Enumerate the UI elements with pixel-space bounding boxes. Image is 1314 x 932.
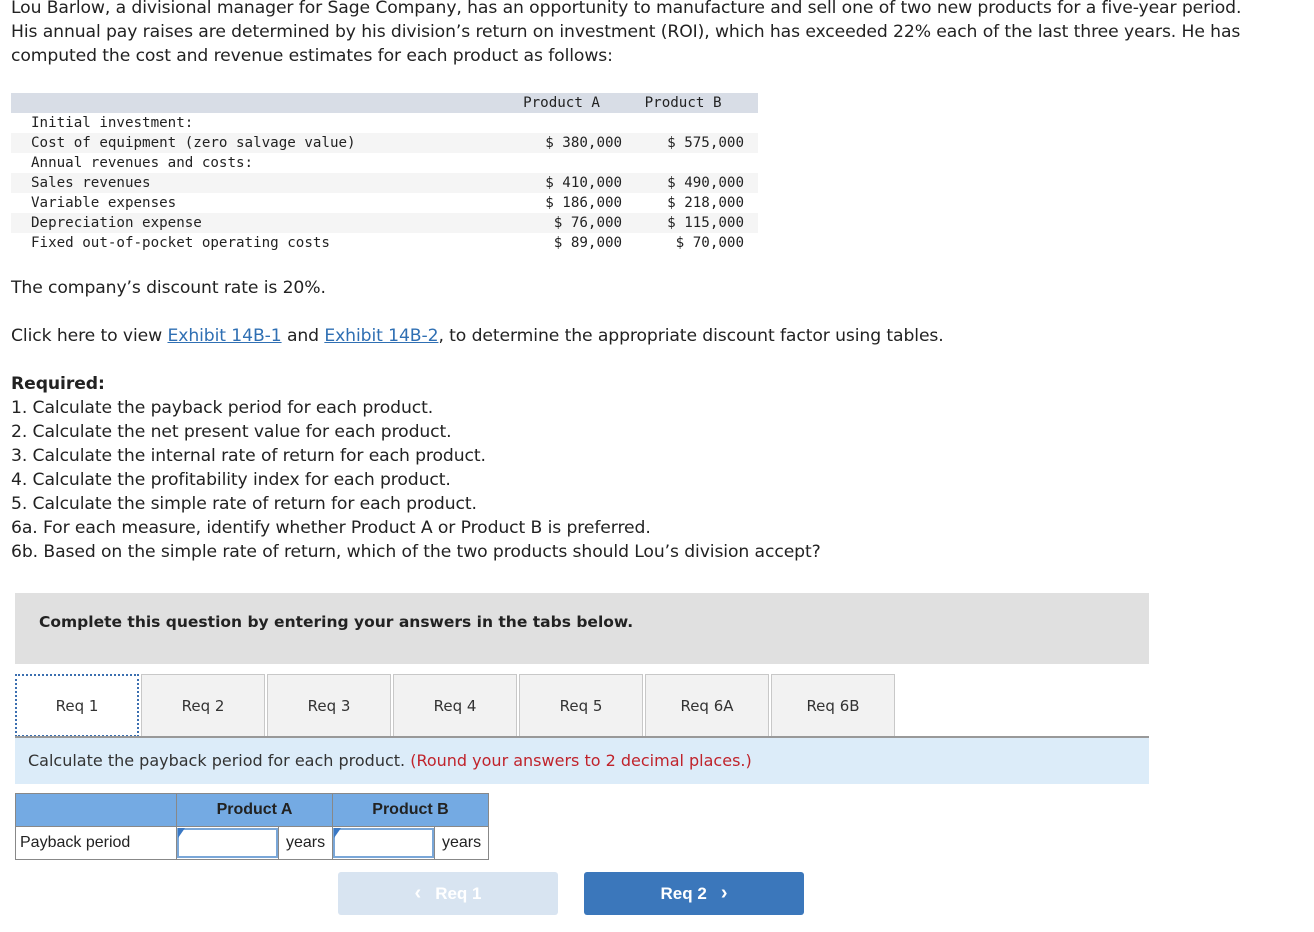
exhibit-prefix: Click here to view [11,326,168,346]
required-item: 2. Calculate the net present value for e… [11,422,452,442]
product-b-value [622,113,758,133]
exhibit-suffix: , to determine the appropriate discount … [438,326,944,346]
chevron-right-icon: › [720,882,728,904]
required-heading: Required: [11,374,105,394]
product-b-value: $ 218,000 [667,195,744,211]
rounding-hint: (Round your answers to 2 decimal places.… [410,751,752,770]
question-prompt: Calculate the payback period for each pr… [15,736,1149,784]
next-req-button[interactable]: Req 2 › [584,872,804,915]
required-item: 4. Calculate the profitability index for… [11,470,451,490]
required-item: 6b. Based on the simple rate of return, … [11,542,821,562]
row-label: Cost of equipment (zero salvage value) [31,135,356,151]
product-a-value: $ 380,000 [545,135,623,151]
table-row: Depreciation expense $ 76,000 $ 115,000 [11,213,758,233]
tab-req-6a[interactable]: Req 6A [645,674,769,736]
tab-req-1[interactable]: Req 1 [15,674,139,737]
product-a-value [461,153,622,173]
instructions-text: Complete this question by entering your … [39,613,634,631]
product-b-value: $ 575,000 [667,135,744,151]
row-label: Initial investment: [31,115,194,131]
next-req-label: Req 2 [660,883,707,903]
table-row: Annual revenues and costs: [11,153,758,173]
product-a-value: $ 76,000 [553,215,623,231]
product-b-value: $ 115,000 [667,215,744,231]
tab-req-2[interactable]: Req 2 [141,674,265,736]
answer-header-product-b: Product B [332,793,489,827]
tab-req-6b[interactable]: Req 6B [771,674,895,736]
table-row: Cost of equipment (zero salvage value) $… [11,133,758,153]
product-a-value: $ 89,000 [553,235,623,251]
input-flag-icon [334,828,341,838]
table-row: Variable expenses $ 186,000 $ 218,000 [11,193,758,213]
instructions-banner: Complete this question by entering your … [15,593,1149,664]
chevron-left-icon: ‹ [414,882,422,904]
prev-req-button[interactable]: ‹ Req 1 [338,872,558,915]
product-b-unit: years [434,826,489,860]
tab-req-5[interactable]: Req 5 [519,674,643,736]
required-item: 3. Calculate the internal rate of return… [11,446,486,466]
row-label: Sales revenues [31,175,151,191]
row-label: Fixed out-of-pocket operating costs [31,235,330,251]
required-item: 6a. For each measure, identify whether P… [11,518,651,538]
product-b-value [622,153,758,173]
table-header-row: Product A Product B [11,93,758,113]
payback-answer-table: Product A Product B Payback period years… [15,793,489,860]
table-row: Sales revenues $ 410,000 $ 490,000 [11,173,758,193]
table-row: Fixed out-of-pocket operating costs $ 89… [11,233,758,253]
product-a-value: $ 186,000 [545,195,623,211]
answer-header-product-a: Product A [176,793,333,827]
answer-header-row: Product A Product B [15,793,489,827]
exhibit-14b-1-link[interactable]: Exhibit 14B-1 [167,326,281,346]
cost-revenue-table: Product A Product B Initial investment: … [11,93,758,253]
header-product-b: Product B [622,93,758,113]
product-a-payback-input[interactable] [177,828,278,858]
required-section: Required: 1. Calculate the payback perio… [11,372,821,564]
row-label: Variable expenses [31,195,177,211]
product-a-unit: years [278,826,333,860]
header-product-a: Product A [460,93,623,113]
payback-row: Payback period years years [15,826,489,860]
prev-req-label: Req 1 [435,883,482,903]
tab-req-3[interactable]: Req 3 [267,674,391,736]
prompt-text: Calculate the payback period for each pr… [28,751,411,770]
exhibit-line: Click here to view Exhibit 14B-1 and Exh… [11,324,944,348]
product-a-value: $ 410,000 [545,175,623,191]
product-a-input-cell [176,826,279,860]
product-b-value: $ 70,000 [675,235,744,251]
required-item: 1. Calculate the payback period for each… [11,398,434,418]
payback-row-label: Payback period [15,826,177,860]
header-blank [11,93,461,113]
problem-intro: Lou Barlow, a divisional manager for Sag… [11,0,1242,66]
product-b-value: $ 490,000 [667,175,744,191]
row-label: Annual revenues and costs: [31,155,254,171]
input-flag-icon [178,828,185,838]
prompt-text-wrapper: Calculate the payback period for each pr… [28,751,752,770]
required-item: 5. Calculate the simple rate of return f… [11,494,477,514]
row-label: Depreciation expense [31,215,202,231]
table-row: Initial investment: [11,113,758,133]
product-b-payback-input[interactable] [333,828,434,858]
product-b-input-cell [332,826,435,860]
exhibit-14b-2-link[interactable]: Exhibit 14B-2 [324,326,438,346]
exhibit-middle: and [281,326,325,346]
discount-rate-text: The company’s discount rate is 20%. [11,278,326,298]
tab-req-4[interactable]: Req 4 [393,674,517,736]
answer-header-blank [15,793,177,827]
product-a-value [461,113,622,133]
